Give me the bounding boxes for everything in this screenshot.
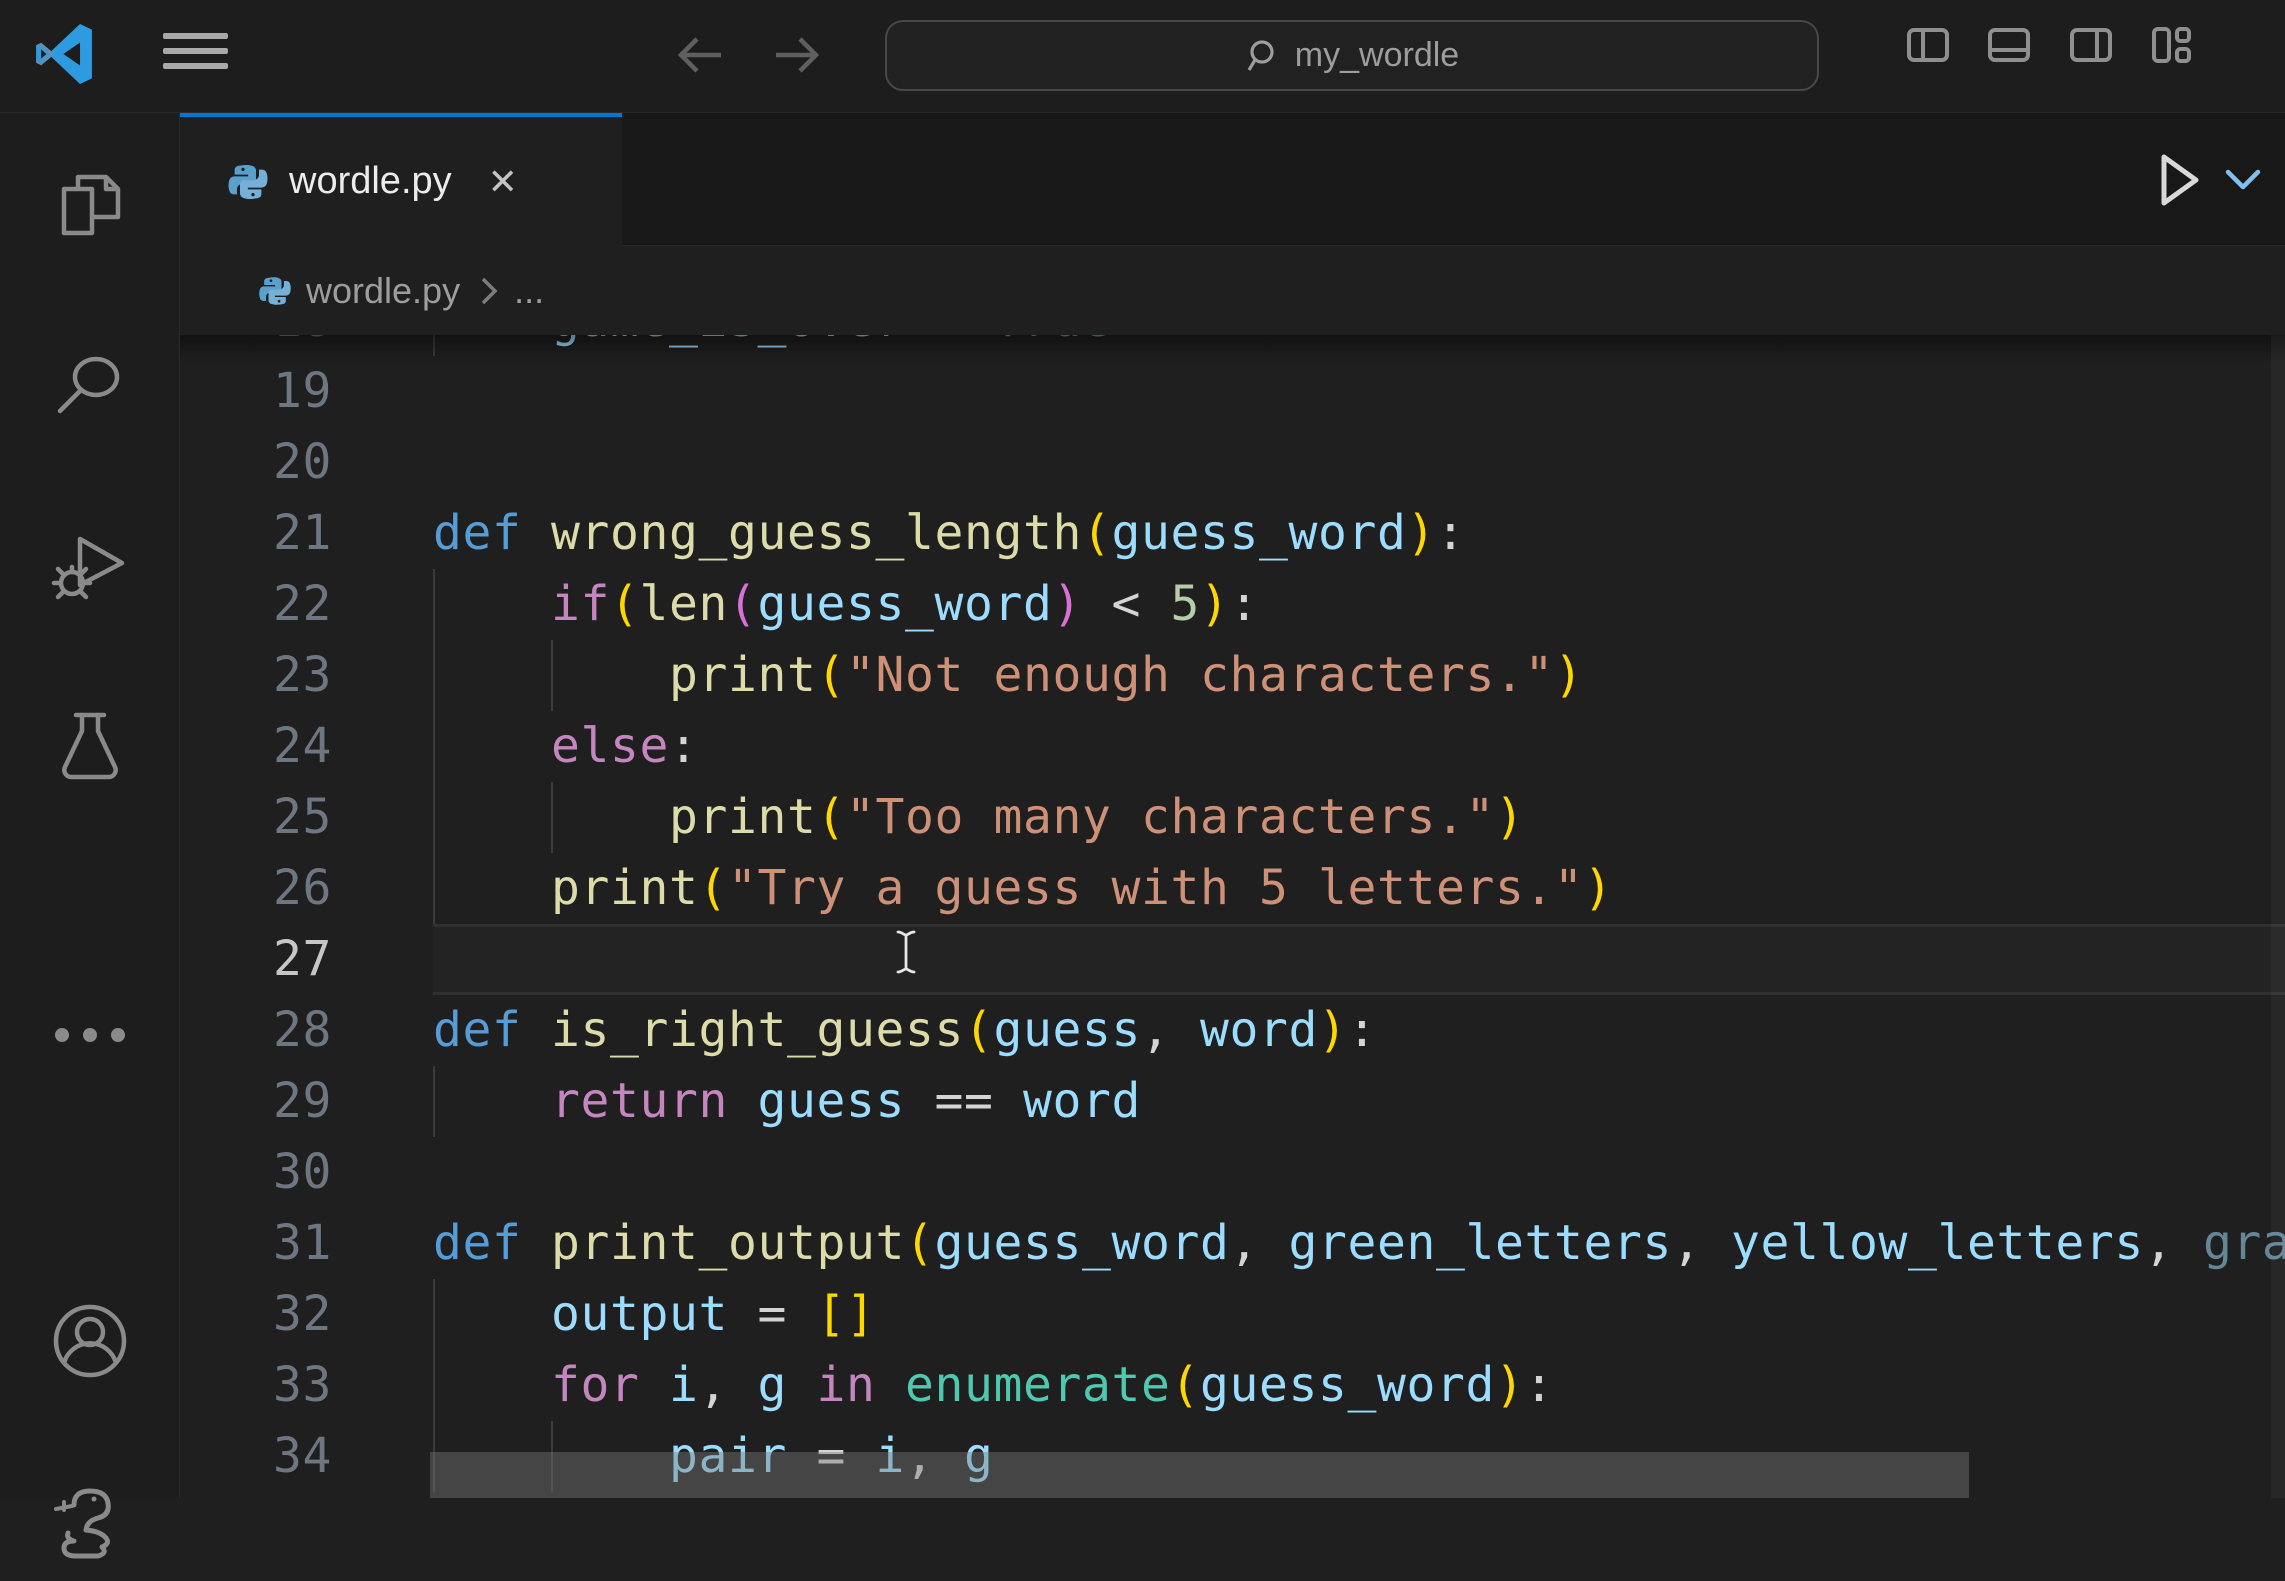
code-line-29[interactable]: 29 return guess == word [180,1066,2285,1137]
line-number: 28 [180,995,332,1066]
vscode-logo-icon [32,24,96,84]
code-text: else: [433,711,699,782]
python-file-icon-small [258,274,292,308]
run-python-file-icon[interactable] [2157,152,2203,208]
code-line-33[interactable]: 33 for i, g in enumerate(guess_word): [180,1350,2285,1421]
toggle-primary-sidebar-icon[interactable] [1905,22,1951,68]
editor-actions [2157,113,2263,246]
breadcrumb-file[interactable]: wordle.py [306,270,460,312]
toggle-panel-icon[interactable] [1986,22,2032,68]
code-text: def wrong_guess_length(guess_word): [433,498,1465,569]
search-sidebar-icon[interactable] [0,325,180,445]
tab-bar: wordle.py ✕ [180,113,2285,246]
more-actions-icon[interactable] [0,975,180,1095]
code-text: for i, g in enumerate(guess_word): [433,1350,1554,1421]
code-text: print("Try a guess with 5 letters.") [433,853,1613,924]
line-number: 32 [180,1279,332,1350]
line-number: 24 [180,711,332,782]
line-number: 21 [180,498,332,569]
tab-label: wordle.py [289,160,452,203]
code-line-28[interactable]: 28 def is_right_guess(guess, word): [180,995,2285,1066]
explorer-icon[interactable] [0,145,180,265]
line-number: 19 [180,356,332,427]
code-line-27[interactable]: 27 [180,924,2285,995]
code-line-30[interactable]: 30 [180,1137,2285,1208]
mouse-ibeam-cursor [894,928,918,976]
code-text: output = [] [433,1279,876,1350]
code-lines: 18 game_is_over = True192021def wrong_gu… [180,335,2285,1498]
breadcrumb-chevron-icon [478,275,500,307]
code-text: print("Not enough characters.") [433,640,1583,711]
code-text: def is_right_guess(guess, word): [433,995,1377,1066]
vertical-scrollbar[interactable] [2271,335,2285,1498]
title-bar: my_wordle [0,0,2285,113]
search-value: my_wordle [1295,36,1459,75]
search-icon [1245,38,1281,74]
line-number: 25 [180,782,332,853]
code-line-25[interactable]: 25 print("Too many characters.") [180,782,2285,853]
code-line-23[interactable]: 23 print("Not enough characters.") [180,640,2285,711]
menu-hamburger-icon[interactable] [163,33,228,77]
code-line-18[interactable]: 18 game_is_over = True [180,335,2285,356]
customize-layout-icon[interactable] [2148,22,2194,68]
testing-flask-icon[interactable] [0,685,180,805]
line-number: 18 [180,335,332,356]
activity-bar [0,113,180,1498]
code-line-32[interactable]: 32 output = [] [180,1279,2285,1350]
code-line-21[interactable]: 21 def wrong_guess_length(guess_word): [180,498,2285,569]
code-line-31[interactable]: 31 def print_output(guess_word, green_let… [180,1208,2285,1279]
navigate-forward-icon[interactable] [772,30,822,80]
line-number: 27 [180,924,332,995]
code-line-22[interactable]: 22 if(len(guess_word) < 5): [180,569,2285,640]
tab-close-icon[interactable]: ✕ [488,164,518,200]
line-number: 22 [180,569,332,640]
code-line-26[interactable]: 26 print("Try a guess with 5 letters.") [180,853,2285,924]
line-number: 31 [180,1208,332,1279]
line-number: 34 [180,1421,332,1492]
toggle-secondary-sidebar-icon[interactable] [2068,22,2114,68]
run-and-debug-icon[interactable] [0,505,180,625]
code-text: def print_output(guess_word, green_lette… [433,1208,2285,1279]
code-line-20[interactable]: 20 [180,427,2285,498]
tab-wordle-py[interactable]: wordle.py ✕ [180,113,622,246]
line-number: 30 [180,1137,332,1208]
run-dropdown-chevron-icon[interactable] [2223,167,2263,193]
line-number: 26 [180,853,332,924]
line-number: 20 [180,427,332,498]
code-editor[interactable]: 18 game_is_over = True192021def wrong_gu… [180,335,2285,1498]
navigate-back-icon[interactable] [675,30,725,80]
accounts-icon[interactable] [0,1281,180,1401]
code-text: if(len(guess_word) < 5): [433,569,1259,640]
python-environment-snake-icon[interactable] [0,1461,180,1581]
code-text: game_is_over = True [433,335,1111,356]
code-line-19[interactable]: 19 [180,356,2285,427]
search-input[interactable]: my_wordle [885,20,1819,91]
code-text: print("Too many characters.") [433,782,1524,853]
horizontal-scrollbar-thumb[interactable] [430,1452,1969,1498]
code-text: return guess == word [433,1066,1141,1137]
code-line-24[interactable]: 24 else: [180,711,2285,782]
line-number: 33 [180,1350,332,1421]
python-file-icon [227,161,269,203]
line-number: 29 [180,1066,332,1137]
line-number: 23 [180,640,332,711]
breadcrumb-ellipsis[interactable]: ... [514,270,544,312]
breadcrumb: wordle.py ... [180,246,2285,335]
